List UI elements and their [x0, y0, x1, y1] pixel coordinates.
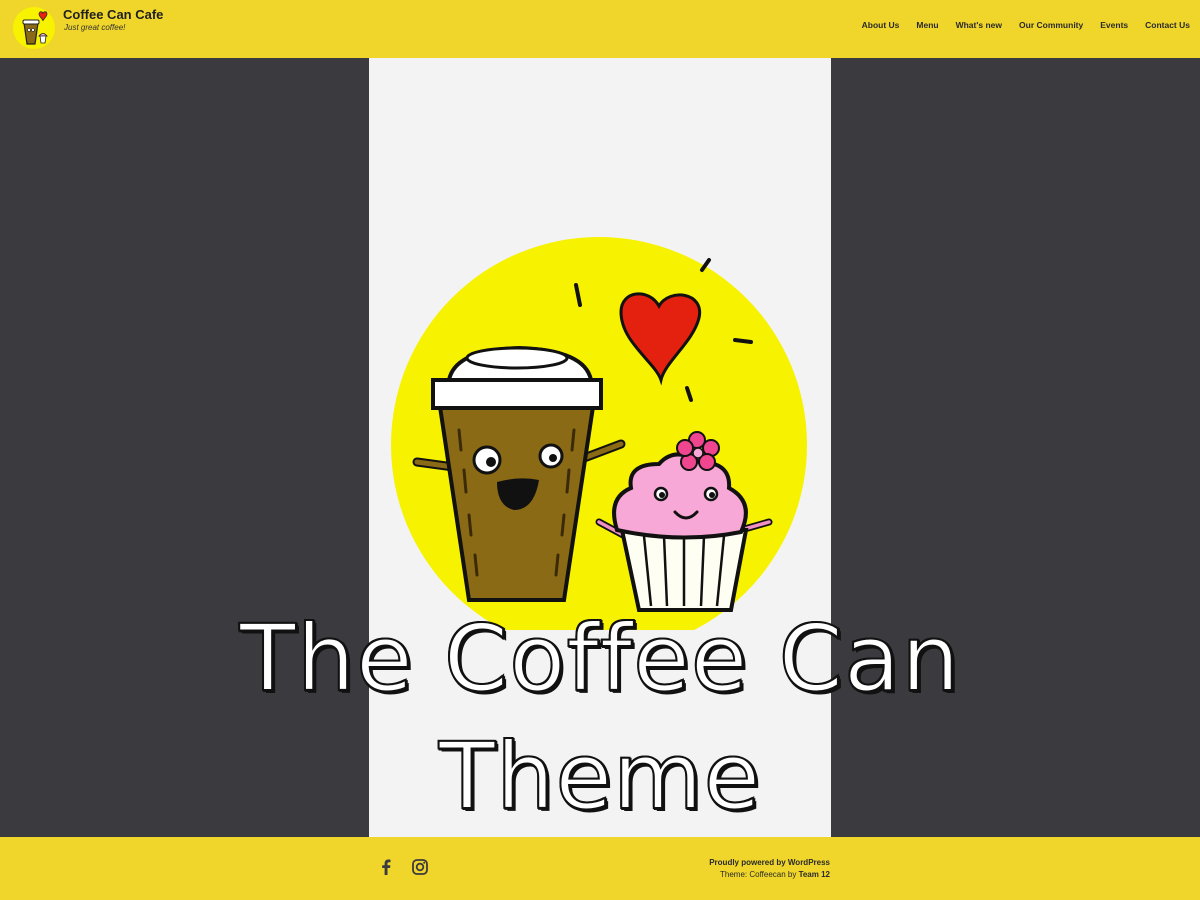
social-links	[376, 857, 430, 877]
powered-by-link[interactable]: Proudly powered by WordPress	[709, 857, 830, 869]
nav-events[interactable]: Events	[1092, 19, 1137, 31]
nav-whats-new[interactable]: What's new	[947, 19, 1010, 31]
theme-author-link[interactable]: Team 12	[799, 870, 830, 879]
hero-mascot-illustration	[391, 237, 807, 630]
hero-title: The Coffee Can Theme	[0, 600, 1200, 836]
theme-credit: Theme: Coffeecan by Team 12	[709, 869, 830, 881]
site-tagline: Just great coffee!	[64, 23, 126, 32]
footer-credits: Proudly powered by WordPress Theme: Coff…	[709, 857, 830, 881]
theme-credit-prefix: Theme: Coffeecan by	[720, 870, 799, 879]
instagram-icon[interactable]	[410, 857, 430, 877]
site-footer: Proudly powered by WordPress Theme: Coff…	[0, 837, 1200, 900]
hero-title-line-2: Theme	[438, 722, 762, 831]
site-title[interactable]: Coffee Can Cafe	[63, 7, 163, 22]
nav-menu[interactable]: Menu	[908, 19, 947, 31]
facebook-icon[interactable]	[376, 857, 396, 877]
nav-contact-us[interactable]: Contact Us	[1137, 19, 1190, 31]
site-logo[interactable]	[12, 6, 56, 50]
nav-about-us[interactable]: About Us	[853, 19, 908, 31]
nav-our-community[interactable]: Our Community	[1011, 19, 1092, 31]
site-header: Coffee Can Cafe Just great coffee! About…	[0, 0, 1200, 58]
main-nav: About Us Menu What's new Our Community E…	[853, 19, 1190, 31]
hero-title-line-1: The Coffee Can	[238, 604, 961, 713]
